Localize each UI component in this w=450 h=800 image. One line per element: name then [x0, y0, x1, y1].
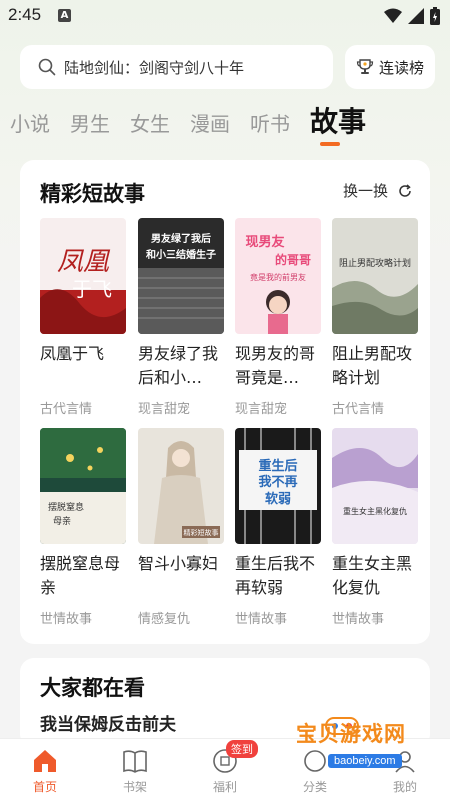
checkin-badge[interactable]: 签到 [226, 740, 258, 758]
nav-bookshelf[interactable]: 书架 [105, 747, 165, 795]
nav-label: 书架 [122, 780, 147, 794]
book-cover: 阻止男配攻略计划 [332, 218, 418, 334]
cover-text: 我不再 [258, 474, 297, 490]
book-title: 现男友的哥哥竟是… [235, 344, 316, 387]
book-title: 凤凰于飞 [40, 344, 105, 363]
watermark-url: baobeiy.com [328, 754, 402, 768]
book-genre: 现言甜宠 [138, 402, 191, 417]
search-placeholder: 陆地剑仙：剑阁守剑八十年 [64, 58, 245, 77]
status-time: 2:45 [8, 5, 42, 24]
book-genre: 古代言情 [40, 402, 93, 417]
book-card[interactable]: 现男友 的哥哥 竟是我的前男友 现男友的哥哥竟是… 现言甜宠 [235, 218, 321, 417]
wifi-icon [384, 8, 402, 23]
book-genre: 世情故事 [235, 612, 288, 627]
trophy-icon [356, 59, 374, 74]
book-card[interactable]: 重生女主黑化复仇 重生女主黑化复仇 世情故事 [332, 428, 418, 627]
cover-text: 和小三结婚生子 [145, 248, 216, 261]
tab-male[interactable]: 男生 [70, 102, 110, 146]
book-card[interactable]: 重生后 我不再 软弱 重生后我不再软弱 世情故事 [235, 428, 321, 627]
signal-icon [408, 8, 424, 24]
book-title: 阻止男配攻略计划 [332, 344, 413, 387]
short-stories-section: 精彩短故事 换一换 凤凰 于飞 凤凰于飞 古代言情 男友绿了我后 和小三结婚生子… [20, 160, 430, 644]
book-card[interactable]: 男友绿了我后 和小三结婚生子 男友绿了我后和小… 现言甜宠 [138, 218, 224, 417]
book-card[interactable]: 凤凰 于飞 凤凰于飞 古代言情 [40, 218, 126, 417]
book-title: 智斗小寡妇 [138, 554, 219, 573]
book-cover: 现男友 的哥哥 竟是我的前男友 [235, 218, 321, 334]
battery-icon [430, 7, 440, 25]
book-title: 摆脱窒息母亲 [40, 554, 121, 597]
reading-rank-button[interactable]: 连读榜 [345, 45, 435, 89]
tab-female[interactable]: 女生 [130, 102, 170, 146]
watermark-text: 宝贝游戏网 [296, 722, 406, 746]
book-cover: 重生后 我不再 软弱 [235, 428, 321, 544]
book-genre: 世情故事 [40, 612, 93, 627]
cover-text: 软弱 [265, 491, 291, 507]
book-cover: 重生女主黑化复仇 [332, 428, 418, 544]
section-title: 大家都在看 [40, 676, 145, 700]
cover-text: 母亲 [53, 515, 71, 527]
book-card[interactable]: 精彩短故事 智斗小寡妇 情感复仇 [138, 428, 224, 627]
book-title: 男友绿了我后和小… [138, 344, 219, 387]
category-tabs: 小说 男生 女生 漫画 听书 故事 [10, 100, 366, 150]
tab-audiobook[interactable]: 听书 [250, 102, 290, 146]
reading-rank-label: 连读榜 [378, 58, 424, 77]
section-title: 精彩短故事 [40, 182, 145, 206]
active-tab-indicator [320, 142, 340, 146]
cover-text: 重生后 [258, 458, 297, 474]
book-icon [123, 750, 147, 773]
cover-text: 摆脱窒息 [48, 501, 84, 513]
tab-comic[interactable]: 漫画 [190, 102, 230, 146]
cover-text: 阻止男配攻略计划 [339, 257, 411, 269]
cover-text: 的哥哥 [275, 252, 311, 267]
nav-label: 首页 [32, 780, 57, 794]
cover-text: 现男友 [245, 234, 284, 250]
book-title: 重生后我不再软弱 [235, 554, 316, 597]
home-icon [34, 750, 56, 772]
cover-text: 竟是我的前男友 [250, 272, 306, 282]
cover-text: 凤凰 [57, 247, 111, 277]
notification-a-icon: A [58, 9, 71, 22]
book-title: 重生女主黑化复仇 [332, 554, 413, 597]
book-card[interactable]: 摆脱窒息 母亲 摆脱窒息母亲 世情故事 [40, 428, 126, 627]
book-cover: 摆脱窒息 母亲 [40, 428, 126, 544]
search-input[interactable]: 陆地剑仙：剑阁守剑八十年 [20, 45, 333, 89]
nav-label: 福利 [212, 780, 237, 794]
book-cover: 凤凰 于飞 [40, 218, 126, 334]
cover-text: 于飞 [72, 277, 112, 301]
cover-text: 精彩短故事 [184, 528, 219, 537]
search-icon [38, 58, 56, 76]
book-genre: 现言甜宠 [235, 402, 288, 417]
book-card[interactable]: 阻止男配攻略计划 阻止男配攻略计划 古代言情 [332, 218, 418, 417]
refresh-button[interactable]: 换一换 [343, 180, 412, 201]
cover-text: 男友绿了我后 [151, 232, 211, 245]
cover-text: 重生女主黑化复仇 [343, 506, 407, 516]
book-genre: 世情故事 [332, 612, 385, 627]
book-cover: 精彩短故事 [138, 428, 224, 544]
refresh-icon [399, 183, 411, 197]
tab-novel[interactable]: 小说 [10, 102, 50, 146]
tab-story[interactable]: 故事 [310, 100, 366, 144]
nav-home[interactable]: 首页 [15, 747, 75, 795]
status-bar: 2:45 A [0, 0, 450, 32]
book-genre: 古代言情 [332, 402, 385, 417]
watermark: 宝贝游戏网 baobeiy.com [276, 712, 426, 782]
book-cover: 男友绿了我后 和小三结婚生子 [138, 218, 224, 334]
book-genre: 情感复仇 [138, 612, 191, 627]
refresh-label: 换一换 [342, 182, 388, 200]
status-icons [384, 7, 440, 25]
popular-item[interactable]: 我当保姆反击前夫 [40, 710, 176, 735]
